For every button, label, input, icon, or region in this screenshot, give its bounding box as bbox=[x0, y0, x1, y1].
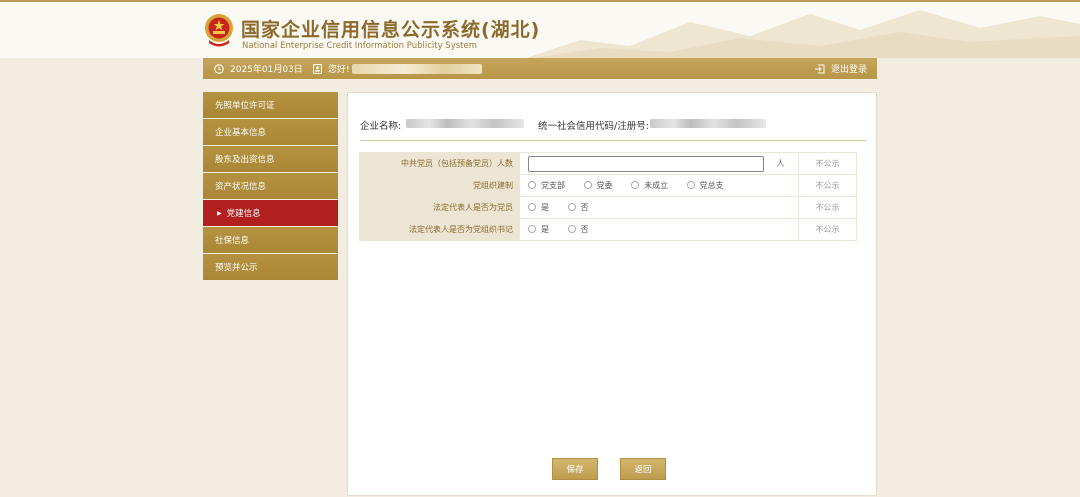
radio-not-established[interactable]: 未成立 bbox=[631, 180, 668, 191]
triangle-right-icon: ▶ bbox=[217, 209, 222, 217]
site-title: 国家企业信用信息公示系统(湖北) bbox=[241, 19, 541, 41]
sidebar: 先照单位许可证 企业基本信息 股东及出资信息 资产状况信息 ▶ 党建信息 社保信息… bbox=[203, 92, 338, 281]
party-member-count-cell: 人 bbox=[519, 152, 799, 175]
credit-code-redacted bbox=[650, 119, 766, 128]
user-card-icon bbox=[313, 63, 322, 74]
radio-general-branch[interactable]: 党总支 bbox=[686, 180, 724, 191]
radio-label: 否 bbox=[580, 224, 589, 234]
sidebar-item-social-security[interactable]: 社保信息 bbox=[203, 227, 338, 253]
site-subtitle: National Enterprise Credit Information P… bbox=[242, 41, 477, 51]
date-text: 2025年01月03日 bbox=[230, 65, 303, 75]
radio-yes[interactable]: 是 bbox=[528, 224, 549, 235]
rep-is-secretary-options: 是 否 bbox=[519, 218, 799, 241]
form-row-rep-secretary: 法定代表人是否为党组织书记 是 否 不公示 bbox=[359, 218, 857, 241]
sidebar-item-license[interactable]: 先照单位许可证 bbox=[203, 92, 338, 118]
mountain-background-decoration bbox=[526, 10, 1080, 58]
publicity-status: 不公示 bbox=[798, 218, 857, 241]
unit-label: 人 bbox=[776, 159, 785, 168]
radio-circle-icon bbox=[528, 203, 536, 212]
radio-circle-icon bbox=[567, 225, 576, 234]
radio-label: 是 bbox=[541, 202, 549, 212]
logout-button[interactable]: 退出登录 bbox=[814, 58, 867, 79]
radio-party-branch[interactable]: 党支部 bbox=[528, 180, 565, 191]
save-button[interactable]: 保存 bbox=[552, 458, 598, 480]
party-member-count-input[interactable] bbox=[528, 155, 764, 172]
main-panel: 企业名称: 统一社会信用代码/注册号: 中共党员（包括预备党员）人数 人 不公示… bbox=[347, 92, 877, 496]
company-info-row: 企业名称: 统一社会信用代码/注册号: bbox=[360, 115, 866, 141]
date-display: 2025年01月03日 bbox=[214, 58, 303, 79]
sidebar-item-label: 企业基本信息 bbox=[215, 128, 267, 138]
logout-label: 退出登录 bbox=[830, 65, 867, 75]
sidebar-item-label: 股东及出资信息 bbox=[215, 155, 275, 165]
radio-circle-icon bbox=[583, 181, 592, 190]
party-info-form: 中共党员（包括预备党员）人数 人 不公示 党组织建制 党支部 党委 未成立 党总… bbox=[359, 152, 857, 241]
radio-label: 党委 bbox=[596, 180, 613, 190]
sidebar-item-basic-info[interactable]: 企业基本信息 bbox=[203, 119, 338, 145]
form-row-rep-member: 法定代表人是否为党员 是 否 不公示 bbox=[359, 196, 857, 219]
radio-circle-icon bbox=[686, 181, 695, 190]
party-member-count-label: 中共党员（包括预备党员）人数 bbox=[359, 152, 520, 175]
sidebar-item-party-building[interactable]: ▶ 党建信息 bbox=[203, 200, 338, 226]
form-row-party-members: 中共党员（包括预备党员）人数 人 不公示 bbox=[359, 152, 857, 175]
username-redacted bbox=[351, 63, 482, 74]
credit-code-label: 统一社会信用代码/注册号: bbox=[538, 121, 649, 132]
party-org-options: 党支部 党委 未成立 党总支 bbox=[519, 174, 799, 197]
radio-label: 未成立 bbox=[644, 180, 669, 190]
logout-icon bbox=[814, 64, 825, 73]
radio-party-committee[interactable]: 党委 bbox=[583, 180, 613, 191]
publicity-status: 不公示 bbox=[798, 152, 857, 175]
radio-label: 是 bbox=[541, 224, 549, 234]
party-org-label: 党组织建制 bbox=[359, 174, 520, 197]
radio-no[interactable]: 否 bbox=[567, 224, 589, 235]
user-greeting: 您好! bbox=[313, 58, 482, 79]
sidebar-item-shareholders[interactable]: 股东及出资信息 bbox=[203, 146, 338, 172]
radio-label: 党支部 bbox=[541, 180, 565, 190]
sidebar-item-label: 社保信息 bbox=[215, 236, 250, 246]
sidebar-item-label: 党建信息 bbox=[226, 209, 261, 219]
publicity-status: 不公示 bbox=[798, 174, 857, 197]
top-bar: 2025年01月03日 您好! 退出登录 bbox=[203, 58, 877, 79]
rep-is-member-options: 是 否 bbox=[519, 196, 799, 219]
radio-circle-icon bbox=[567, 203, 576, 212]
sidebar-item-preview-publish[interactable]: 预览并公示 bbox=[203, 254, 338, 280]
clock-icon bbox=[214, 63, 224, 74]
radio-label: 否 bbox=[580, 202, 589, 212]
sidebar-item-assets[interactable]: 资产状况信息 bbox=[203, 173, 338, 199]
radio-yes[interactable]: 是 bbox=[528, 202, 549, 213]
rep-is-member-label: 法定代表人是否为党员 bbox=[359, 196, 520, 219]
sidebar-item-label: 预览并公示 bbox=[215, 263, 258, 273]
radio-circle-icon bbox=[631, 181, 640, 190]
publicity-status: 不公示 bbox=[798, 196, 857, 219]
back-button[interactable]: 返回 bbox=[620, 458, 666, 480]
national-emblem-icon bbox=[205, 14, 233, 47]
radio-label: 党总支 bbox=[699, 180, 724, 190]
company-name-redacted bbox=[406, 119, 524, 128]
company-name-label: 企业名称: bbox=[360, 121, 402, 132]
site-header: 国家企业信用信息公示系统(湖北) National Enterprise Cre… bbox=[0, 0, 1080, 58]
sidebar-item-label: 先照单位许可证 bbox=[215, 101, 275, 111]
form-row-party-org: 党组织建制 党支部 党委 未成立 党总支 不公示 bbox=[359, 174, 857, 197]
sidebar-item-label: 资产状况信息 bbox=[215, 182, 267, 192]
rep-is-secretary-label: 法定代表人是否为党组织书记 bbox=[359, 218, 520, 241]
radio-circle-icon bbox=[528, 181, 536, 190]
radio-circle-icon bbox=[528, 225, 536, 234]
greeting-text: 您好! bbox=[328, 65, 350, 75]
radio-no[interactable]: 否 bbox=[567, 202, 589, 213]
